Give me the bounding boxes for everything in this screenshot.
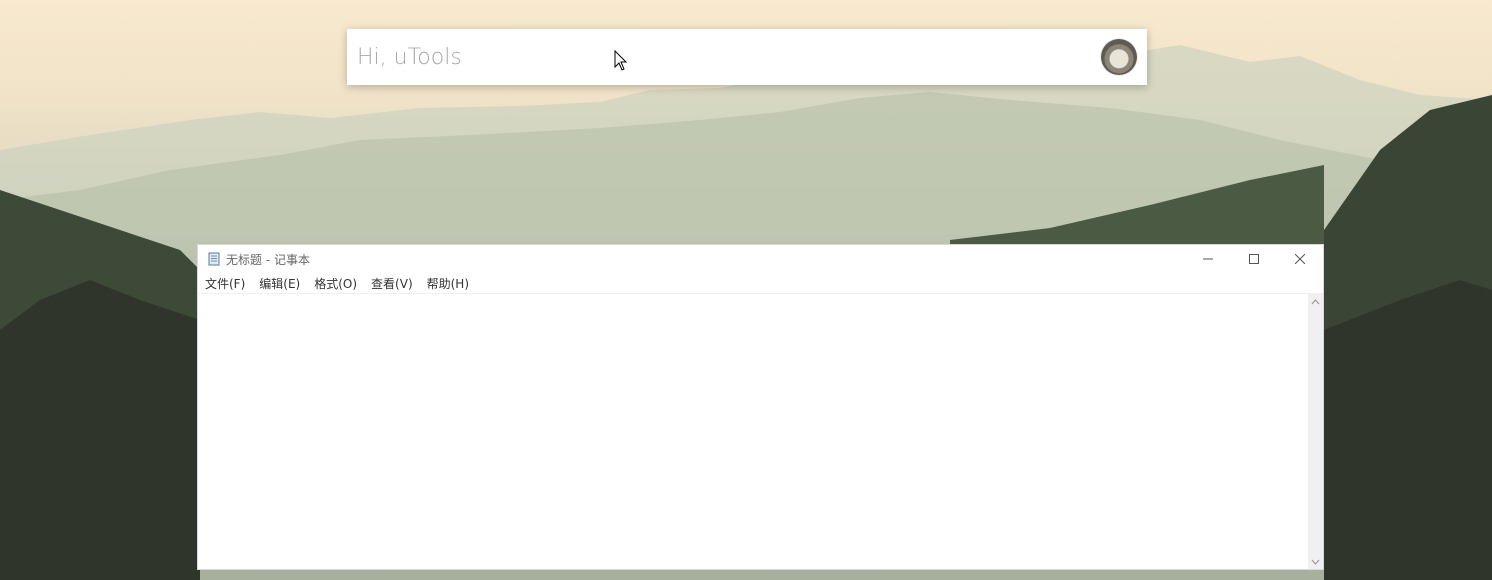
vertical-scrollbar[interactable] xyxy=(1308,294,1323,569)
maximize-icon xyxy=(1249,254,1259,264)
scroll-down-button[interactable] xyxy=(1308,554,1323,569)
notepad-icon xyxy=(208,252,220,266)
menu-file[interactable]: 文件(F) xyxy=(205,275,245,292)
minimize-icon xyxy=(1203,258,1213,260)
scroll-up-button[interactable] xyxy=(1308,294,1323,309)
utools-search-input[interactable] xyxy=(357,37,1057,77)
utools-search-bar xyxy=(347,29,1147,85)
window-controls xyxy=(1185,245,1323,273)
window-title: 无标题 - 记事本 xyxy=(226,252,310,267)
menu-bar: 文件(F) 编辑(E) 格式(O) 查看(V) 帮助(H) xyxy=(198,273,1323,294)
desktop-wallpaper: 无标题 - 记事本 xyxy=(0,0,1492,580)
text-editor[interactable] xyxy=(198,294,1308,569)
menu-format[interactable]: 格式(O) xyxy=(314,275,357,292)
mouse-pointer-icon xyxy=(614,50,628,71)
notepad-window: 无标题 - 记事本 文件(F) 编辑(E) 格式(O) 查看(V) 帮助(H) xyxy=(197,244,1324,570)
maximize-button[interactable] xyxy=(1231,245,1277,273)
menu-view[interactable]: 查看(V) xyxy=(371,275,413,292)
chevron-up-icon xyxy=(1311,298,1320,304)
text-editor-area xyxy=(198,294,1308,569)
title-bar[interactable]: 无标题 - 记事本 xyxy=(198,245,1323,273)
menu-help[interactable]: 帮助(H) xyxy=(427,275,469,292)
menu-edit[interactable]: 编辑(E) xyxy=(259,275,300,292)
user-avatar[interactable] xyxy=(1101,39,1137,75)
chevron-down-icon xyxy=(1311,559,1320,565)
minimize-button[interactable] xyxy=(1185,245,1231,273)
close-button[interactable] xyxy=(1277,245,1323,273)
close-icon xyxy=(1295,254,1305,264)
